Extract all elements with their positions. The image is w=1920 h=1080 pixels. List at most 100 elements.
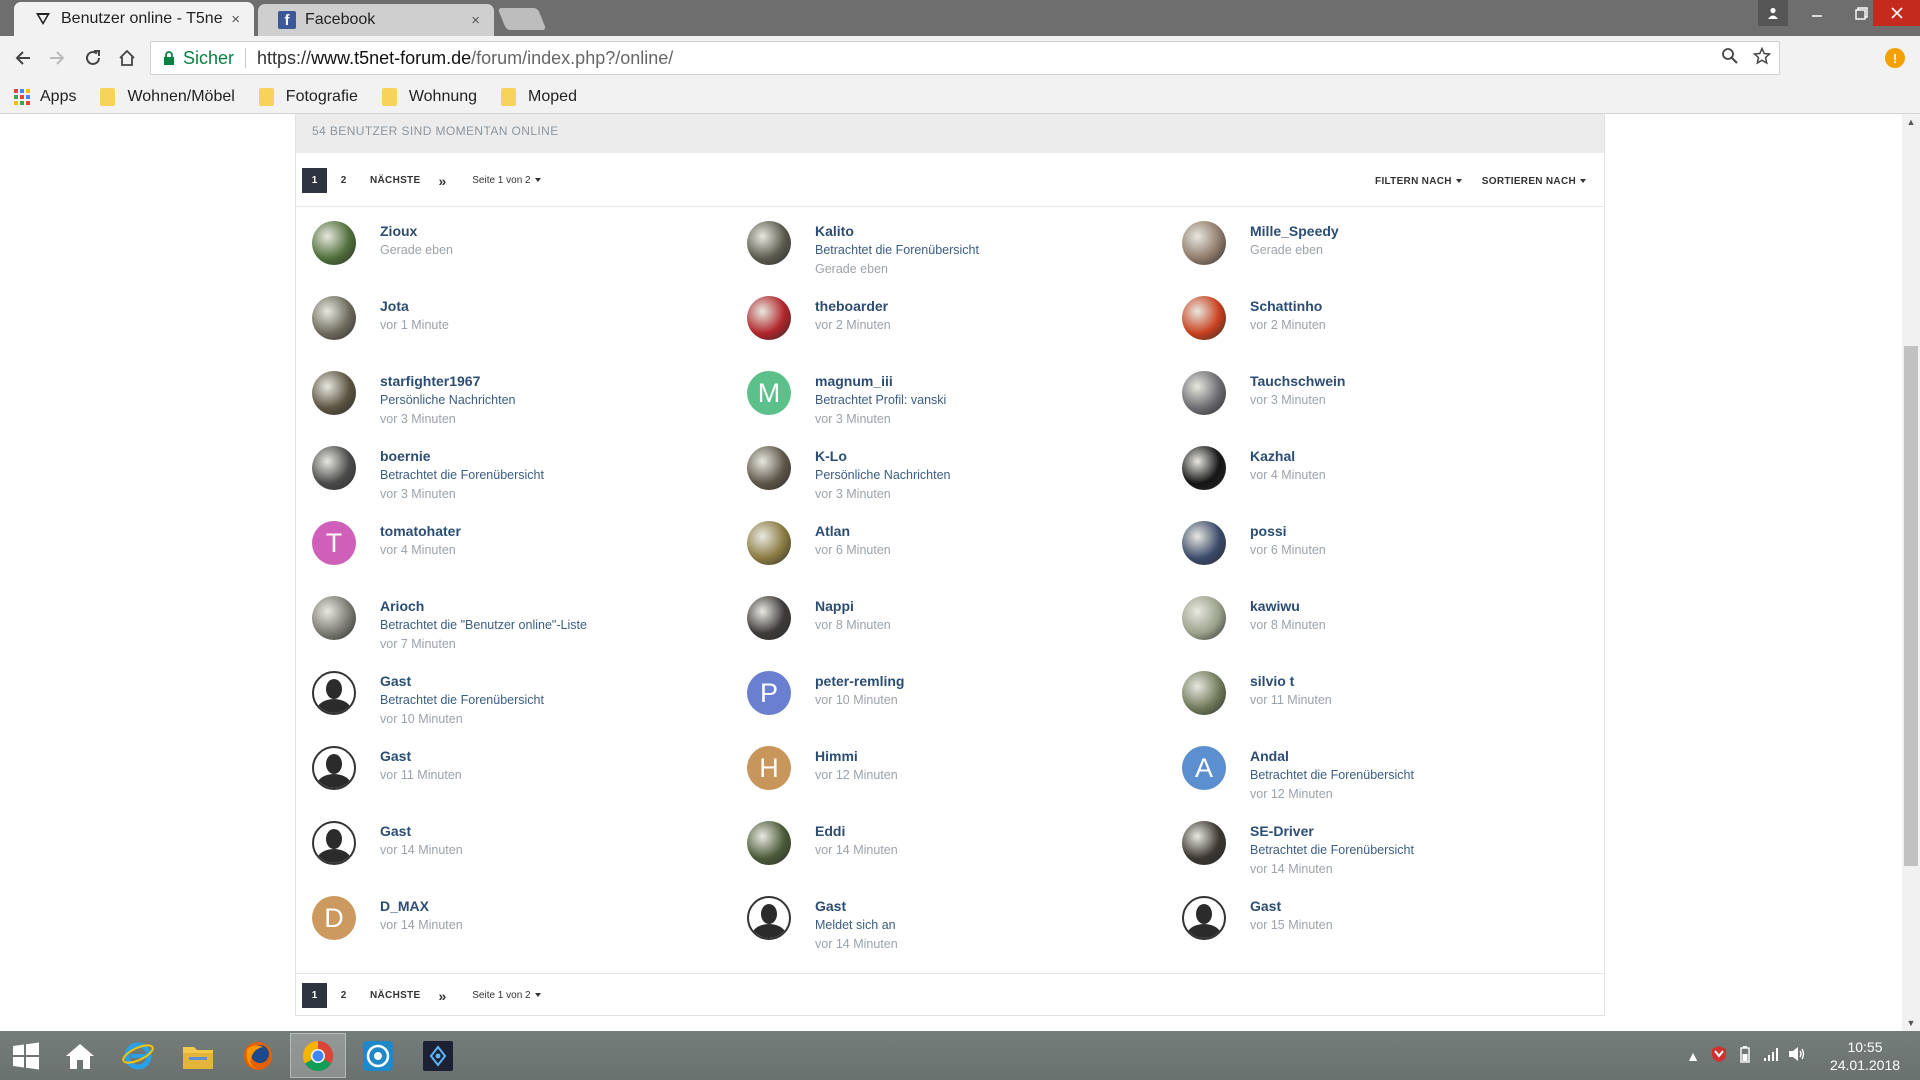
home-icon[interactable] — [114, 45, 140, 71]
tab-close-icon[interactable]: × — [231, 11, 240, 28]
reload-icon[interactable] — [80, 45, 106, 71]
username-link[interactable]: peter-remling — [815, 672, 904, 691]
page-2-button[interactable]: 2 — [331, 168, 356, 193]
letter-avatar[interactable]: M — [747, 371, 791, 415]
username-link[interactable]: K-Lo — [815, 447, 951, 466]
username-link[interactable]: Tauchschwein — [1250, 372, 1345, 391]
username-link[interactable]: kawiwu — [1250, 597, 1326, 616]
new-tab-button[interactable] — [497, 8, 547, 30]
volume-icon[interactable] — [1784, 1046, 1810, 1065]
guest-avatar-icon[interactable] — [1182, 896, 1226, 940]
user-activity-link[interactable]: Persönliche Nachrichten — [815, 466, 951, 485]
user-activity-link[interactable]: Betrachtet die Forenübersicht — [380, 691, 544, 710]
scroll-up-arrow-icon[interactable]: ▲ — [1902, 114, 1920, 130]
page-2-button[interactable]: 2 — [331, 983, 356, 1008]
username-link[interactable]: boernie — [380, 447, 544, 466]
user-activity-link[interactable]: Betrachtet die Forenübersicht — [815, 241, 979, 260]
media-app-icon[interactable] — [350, 1033, 406, 1078]
username-link[interactable]: Kalito — [815, 222, 979, 241]
page-jump-dropdown[interactable]: Seite 1 von 2 — [472, 175, 541, 186]
chrome-icon[interactable] — [290, 1033, 346, 1078]
letter-avatar[interactable]: A — [1182, 746, 1226, 790]
guest-avatar-icon[interactable] — [312, 746, 356, 790]
taskbar-clock[interactable]: 10:55 24.01.2018 — [1810, 1038, 1920, 1074]
close-window-button[interactable] — [1873, 0, 1920, 26]
user-photo-avatar[interactable] — [747, 521, 791, 565]
scroll-down-arrow-icon[interactable]: ▼ — [1902, 1015, 1920, 1031]
tab-close-icon[interactable]: × — [471, 12, 480, 29]
user-photo-avatar[interactable] — [747, 296, 791, 340]
username-link[interactable]: Mille_Speedy — [1250, 222, 1339, 241]
user-photo-avatar[interactable] — [1182, 521, 1226, 565]
photo-app-icon[interactable] — [410, 1033, 466, 1078]
username-link[interactable]: silvio t — [1250, 672, 1332, 691]
username-link[interactable]: tomatohater — [380, 522, 461, 541]
guest-avatar-icon[interactable] — [747, 896, 791, 940]
minimize-button[interactable] — [1795, 0, 1839, 26]
username-link[interactable]: magnum_iii — [815, 372, 946, 391]
username-link[interactable]: Gast — [815, 897, 898, 916]
username-link[interactable]: SE-Driver — [1250, 822, 1414, 841]
user-photo-avatar[interactable] — [1182, 821, 1226, 865]
username-link[interactable]: possi — [1250, 522, 1326, 541]
bookmark-wohnung[interactable]: Wohnung — [380, 87, 477, 106]
letter-avatar[interactable]: D — [312, 896, 356, 940]
user-photo-avatar[interactable] — [312, 296, 356, 340]
next-page-link[interactable]: NÄCHSTE — [370, 990, 420, 1001]
user-photo-avatar[interactable] — [1182, 371, 1226, 415]
home-icon[interactable] — [52, 1033, 108, 1078]
page-1-button[interactable]: 1 — [302, 983, 327, 1008]
battery-icon[interactable] — [1732, 1045, 1758, 1066]
user-activity-link[interactable]: Betrachtet Profil: vanski — [815, 391, 946, 410]
user-activity-link[interactable]: Betrachtet die "Benutzer online"-Liste — [380, 616, 587, 635]
guest-avatar-icon[interactable] — [312, 821, 356, 865]
user-activity-link[interactable]: Betrachtet die Forenübersicht — [1250, 766, 1414, 785]
bookmark-fotografie[interactable]: Fotografie — [257, 87, 358, 106]
last-page-link[interactable]: » — [438, 173, 446, 189]
username-link[interactable]: Gast — [380, 822, 463, 841]
last-page-link[interactable]: » — [438, 988, 446, 1004]
letter-avatar[interactable]: T — [312, 521, 356, 565]
back-arrow-icon[interactable] — [10, 45, 36, 71]
user-photo-avatar[interactable] — [1182, 446, 1226, 490]
extension-alert-icon[interactable]: ! — [1885, 48, 1905, 68]
user-photo-avatar[interactable] — [747, 446, 791, 490]
next-page-link[interactable]: NÄCHSTE — [370, 175, 420, 186]
user-photo-avatar[interactable] — [1182, 671, 1226, 715]
username-link[interactable]: Eddi — [815, 822, 898, 841]
bookmark-star-icon[interactable] — [1752, 46, 1772, 70]
filter-dropdown[interactable]: FILTERN NACH — [1375, 176, 1462, 187]
user-activity-link[interactable]: Betrachtet die Forenübersicht — [1250, 841, 1414, 860]
page-1-button[interactable]: 1 — [302, 168, 327, 193]
user-photo-avatar[interactable] — [1182, 221, 1226, 265]
firefox-icon[interactable] — [230, 1033, 286, 1078]
tab-benutzer-online[interactable]: Benutzer online - T5net-F × — [14, 2, 254, 36]
forward-arrow-icon[interactable] — [44, 45, 70, 71]
user-photo-avatar[interactable] — [1182, 296, 1226, 340]
profile-icon[interactable] — [1758, 0, 1788, 26]
file-explorer-icon[interactable] — [170, 1033, 226, 1078]
username-link[interactable]: Kazhal — [1250, 447, 1326, 466]
username-link[interactable]: Gast — [380, 672, 544, 691]
username-link[interactable]: Arioch — [380, 597, 587, 616]
user-activity-link[interactable]: Betrachtet die Forenübersicht — [380, 466, 544, 485]
user-photo-avatar[interactable] — [312, 596, 356, 640]
username-link[interactable]: D_MAX — [380, 897, 463, 916]
tab-facebook[interactable]: f Facebook × — [258, 4, 494, 36]
zoom-icon[interactable] — [1721, 47, 1739, 70]
network-signal-icon[interactable] — [1758, 1046, 1784, 1065]
user-photo-avatar[interactable] — [747, 596, 791, 640]
user-photo-avatar[interactable] — [1182, 596, 1226, 640]
bookmark-wohnen-moebel[interactable]: Wohnen/Möbel — [98, 87, 235, 106]
username-link[interactable]: Andal — [1250, 747, 1414, 766]
tray-expand-icon[interactable]: ▲ — [1680, 1048, 1706, 1064]
username-link[interactable]: Atlan — [815, 522, 891, 541]
start-icon[interactable] — [0, 1033, 52, 1078]
username-link[interactable]: Zioux — [380, 222, 453, 241]
user-photo-avatar[interactable] — [312, 446, 356, 490]
bookmark-moped[interactable]: Moped — [499, 87, 577, 106]
sort-dropdown[interactable]: SORTIEREN NACH — [1482, 176, 1586, 187]
username-link[interactable]: Himmi — [815, 747, 898, 766]
username-link[interactable]: Gast — [1250, 897, 1333, 916]
user-photo-avatar[interactable] — [312, 371, 356, 415]
